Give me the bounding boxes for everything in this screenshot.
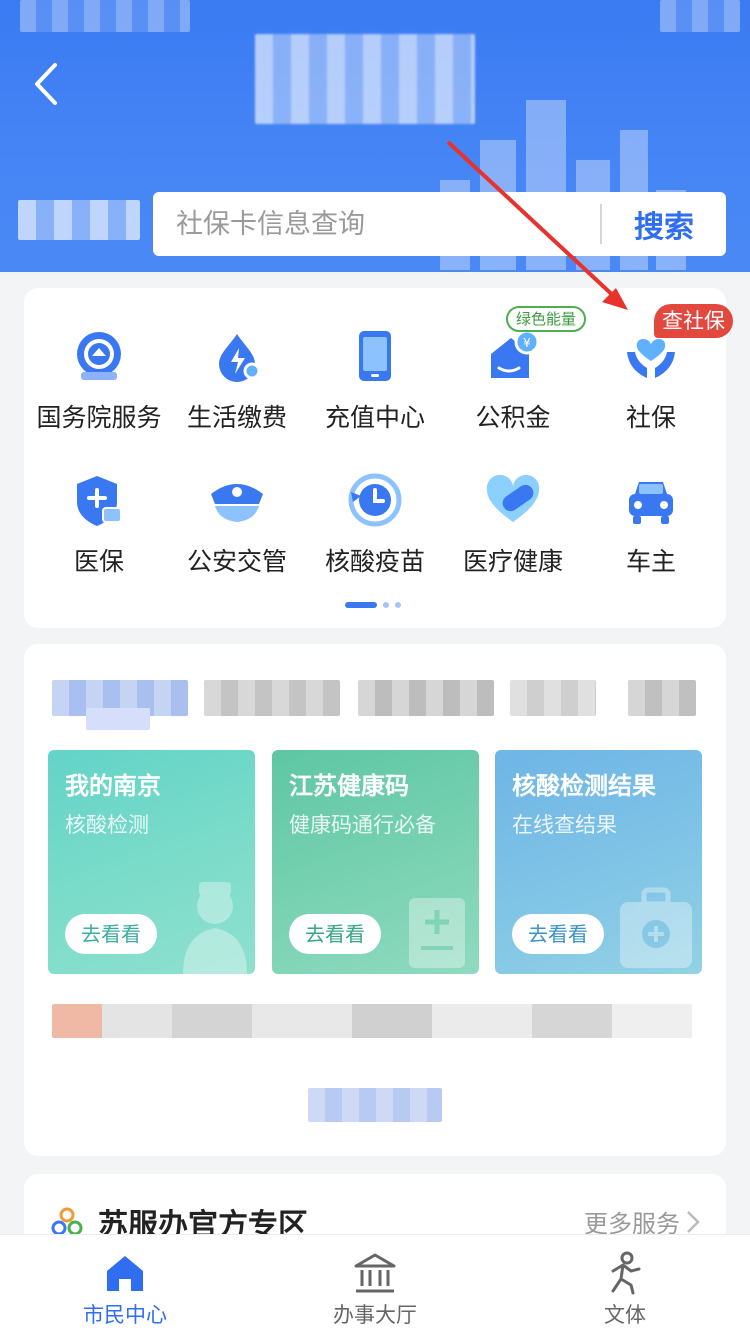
- service-label: 医保: [73, 547, 124, 576]
- service-traffic-police[interactable]: 公安交管: [168, 432, 306, 576]
- view-button[interactable]: 去看看: [289, 914, 381, 954]
- document-icon: [409, 898, 465, 968]
- header: 搜索: [0, 0, 750, 272]
- bottom-tab-bar: 市民中心 办事大厅 文体: [0, 1234, 750, 1334]
- feature-card-subtitle: 在线查结果: [512, 813, 617, 837]
- housing-fund-icon: ¥: [483, 328, 543, 384]
- service-social-security[interactable]: 查社保 社保: [582, 288, 733, 432]
- quick-services-card: 国务院服务 生活缴费 充值中心 绿色能量 ¥ 公积金 查社保 社保 医保 公安交…: [24, 288, 733, 628]
- service-housing-fund[interactable]: 绿色能量 ¥ 公积金: [444, 288, 587, 432]
- tab-label: 文体: [604, 1303, 646, 1327]
- sports-runner-icon: [603, 1251, 647, 1295]
- tab-label: 市民中心: [83, 1303, 167, 1327]
- service-label: 公积金: [475, 403, 551, 432]
- service-recharge[interactable]: 充值中心: [306, 288, 444, 432]
- police-cap-icon: [207, 472, 267, 528]
- feature-card-subtitle: 健康码通行必备: [289, 813, 436, 837]
- back-button[interactable]: [26, 56, 66, 112]
- service-label: 社保: [625, 403, 676, 432]
- page-dot[interactable]: [383, 602, 389, 608]
- view-button[interactable]: 去看看: [512, 914, 604, 954]
- redacted-tab[interactable]: [628, 680, 696, 716]
- green-energy-badge: 绿色能量: [506, 306, 587, 332]
- government-hall-icon: [353, 1251, 397, 1295]
- search-button[interactable]: 搜索: [602, 192, 726, 256]
- check-social-security-badge: 查社保: [654, 304, 733, 338]
- feature-card-subtitle: 核酸检测: [65, 813, 149, 837]
- health-pill-icon: [483, 472, 543, 528]
- tab-label: 办事大厅: [333, 1303, 417, 1327]
- redacted-tab-underline: [86, 708, 150, 730]
- view-button[interactable]: 去看看: [65, 914, 157, 954]
- featured-services-card: 我的南京 核酸检测 去看看 江苏健康码 健康码通行必备 去看看 核酸检测结果 在…: [24, 644, 726, 1156]
- service-medical-insurance[interactable]: 医保: [30, 432, 168, 576]
- medical-kit-icon: [620, 887, 692, 968]
- page-dot[interactable]: [395, 602, 401, 608]
- state-council-icon: [69, 328, 129, 384]
- redacted-tab[interactable]: [510, 680, 596, 716]
- redacted-status: [660, 0, 740, 32]
- feature-card-jiangsu-health-code[interactable]: 江苏健康码 健康码通行必备 去看看: [272, 750, 479, 974]
- search-input[interactable]: [153, 192, 600, 256]
- redacted-title: [255, 34, 475, 124]
- svg-text:¥: ¥: [523, 336, 531, 350]
- tab-sports-culture[interactable]: 文体: [500, 1235, 750, 1334]
- vaccine-clock-icon: [345, 472, 405, 528]
- chevron-right-icon: [687, 1210, 700, 1233]
- service-label: 医疗健康: [462, 547, 563, 576]
- service-label: 核酸疫苗: [324, 547, 425, 576]
- redacted-banner[interactable]: [52, 1004, 692, 1038]
- service-utility-bill[interactable]: 生活缴费: [168, 288, 306, 432]
- tab-citizen-center[interactable]: 市民中心: [0, 1235, 250, 1334]
- service-covid-vaccine[interactable]: 核酸疫苗: [306, 432, 444, 576]
- feature-card-nucleic-acid-result[interactable]: 核酸检测结果 在线查结果 去看看: [495, 750, 702, 974]
- medical-insurance-icon: [69, 472, 129, 528]
- redacted-tab[interactable]: [358, 680, 494, 716]
- chevron-left-icon: [35, 63, 57, 105]
- home-icon: [103, 1251, 147, 1295]
- phone-recharge-icon: [345, 328, 405, 384]
- redacted-more-link[interactable]: [308, 1088, 442, 1122]
- feature-card-title: 核酸检测结果: [512, 772, 656, 800]
- feature-card-title: 我的南京: [65, 772, 161, 800]
- utility-bill-icon: [207, 328, 267, 384]
- redacted-status: [20, 0, 190, 32]
- feature-card-title: 江苏健康码: [289, 772, 409, 800]
- redacted-city-selector[interactable]: [18, 200, 140, 240]
- services-grid: 国务院服务 生活缴费 充值中心 绿色能量 ¥ 公积金 查社保 社保 医保 公安交…: [24, 288, 733, 576]
- search-bar: 搜索: [153, 192, 726, 256]
- service-label: 车主: [625, 547, 676, 576]
- page-dot[interactable]: [345, 602, 377, 608]
- service-state-council[interactable]: 国务院服务: [30, 288, 168, 432]
- car-icon: [621, 472, 681, 528]
- service-label: 充值中心: [324, 403, 425, 432]
- page-indicator: [345, 602, 401, 608]
- service-medical-health[interactable]: 医疗健康: [444, 432, 582, 576]
- feature-card-my-nanjing[interactable]: 我的南京 核酸检测 去看看: [48, 750, 255, 974]
- redacted-tab[interactable]: [204, 680, 340, 716]
- service-label: 生活缴费: [186, 403, 287, 432]
- service-label: 国务院服务: [36, 403, 162, 432]
- tab-service-hall[interactable]: 办事大厅: [250, 1235, 500, 1334]
- service-car-owner[interactable]: 车主: [582, 432, 720, 576]
- doctor-icon: [183, 882, 247, 974]
- service-label: 公安交管: [186, 547, 287, 576]
